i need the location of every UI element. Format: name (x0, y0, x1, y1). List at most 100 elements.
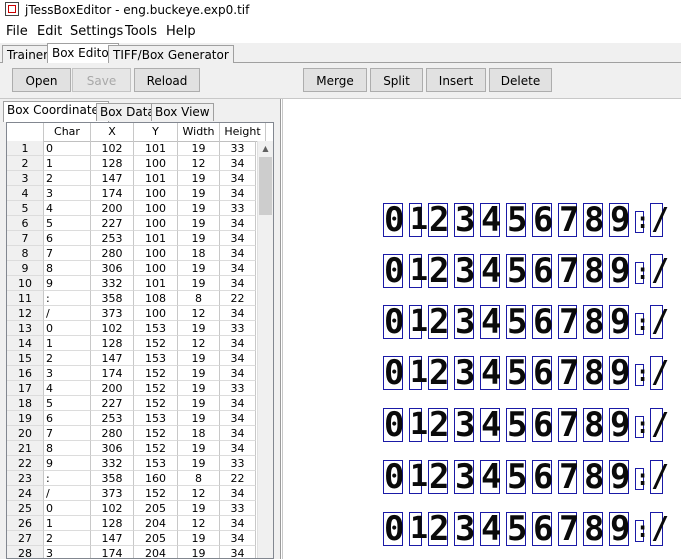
table-row[interactable]: 3 2 147 101 19 34 (7, 171, 256, 186)
char-box[interactable]: 5 (506, 254, 527, 288)
char-box[interactable]: 6 (532, 512, 553, 546)
char-box[interactable]: 1 (409, 460, 428, 494)
char-box[interactable]: 9 (609, 460, 630, 494)
row-number[interactable]: 7 (7, 231, 44, 246)
char-cell[interactable]: 2 (44, 351, 91, 366)
char-box[interactable]: 6 (532, 460, 553, 494)
y-cell[interactable]: 101 (134, 231, 178, 246)
row-number[interactable]: 13 (7, 321, 44, 336)
table-row[interactable]: 8 7 280 100 18 34 (7, 246, 256, 261)
table-row[interactable]: 27 2 147 205 19 34 (7, 531, 256, 546)
y-cell[interactable]: 204 (134, 546, 178, 558)
table-row[interactable]: 23:358 160 8 22 (7, 471, 256, 486)
x-cell[interactable]: 253 (91, 411, 134, 426)
table-row[interactable]: 28 3 174 204 19 34 (7, 546, 256, 558)
height-cell[interactable]: 22 (220, 471, 256, 486)
char-cell[interactable]: 0 (44, 141, 91, 156)
y-cell[interactable]: 152 (134, 396, 178, 411)
char-cell[interactable]: 8 (44, 441, 91, 456)
char-cell[interactable]: 3 (44, 366, 91, 381)
width-cell[interactable]: 19 (178, 351, 220, 366)
row-number[interactable]: 12 (7, 306, 44, 321)
char-box[interactable]: 8 (583, 305, 604, 339)
char-box[interactable]: 0 (383, 512, 404, 546)
width-cell[interactable]: 19 (178, 216, 220, 231)
row-number[interactable]: 15 (7, 351, 44, 366)
char-box[interactable]: 4 (480, 305, 501, 339)
x-cell[interactable]: 280 (91, 426, 134, 441)
char-box[interactable]: 7 (558, 305, 579, 339)
width-cell[interactable]: 18 (178, 426, 220, 441)
row-number[interactable]: 5 (7, 201, 44, 216)
char-box[interactable]: / (650, 305, 669, 339)
menu-file[interactable]: File (6, 24, 28, 39)
char-box[interactable]: 0 (383, 408, 404, 442)
y-cell[interactable]: 101 (134, 141, 178, 156)
row-number[interactable]: 14 (7, 336, 44, 351)
y-cell[interactable]: 153 (134, 411, 178, 426)
y-cell[interactable]: 108 (134, 291, 178, 306)
width-cell[interactable]: 12 (178, 156, 220, 171)
insert-button[interactable]: Insert (426, 68, 486, 92)
x-cell[interactable]: 373 (91, 486, 134, 501)
char-box[interactable]: : (635, 468, 649, 490)
char-box[interactable]: : (635, 262, 649, 284)
char-box[interactable]: 6 (532, 203, 553, 237)
char-box[interactable]: 2 (428, 305, 449, 339)
table-row[interactable]: 18 5 227 152 19 34 (7, 396, 256, 411)
table-row[interactable]: 25 0 102 205 19 33 (7, 501, 256, 516)
char-box[interactable]: 8 (583, 203, 604, 237)
height-cell[interactable]: 33 (220, 201, 256, 216)
char-cell[interactable]: 3 (44, 186, 91, 201)
width-cell[interactable]: 12 (178, 486, 220, 501)
x-cell[interactable]: 102 (91, 141, 134, 156)
table-row[interactable]: 6 5 227 100 19 34 (7, 216, 256, 231)
char-box[interactable]: 2 (428, 408, 449, 442)
table-row[interactable]: 26 1 128 204 12 34 (7, 516, 256, 531)
char-box[interactable]: / (650, 254, 669, 288)
row-number[interactable]: 22 (7, 456, 44, 471)
char-box[interactable]: 8 (583, 356, 604, 390)
char-cell[interactable]: 0 (44, 501, 91, 516)
table-scrollbar[interactable]: ▲ (257, 141, 273, 558)
char-box[interactable]: 0 (383, 254, 404, 288)
x-cell[interactable]: 200 (91, 381, 134, 396)
row-number[interactable]: 26 (7, 516, 44, 531)
char-cell[interactable]: 0 (44, 321, 91, 336)
y-cell[interactable]: 152 (134, 426, 178, 441)
delete-button[interactable]: Delete (489, 68, 552, 92)
height-cell[interactable]: 34 (220, 231, 256, 246)
table-row[interactable]: 17 4 200 152 19 33 (7, 381, 256, 396)
x-cell[interactable]: 102 (91, 321, 134, 336)
row-number[interactable]: 16 (7, 366, 44, 381)
height-cell[interactable]: 34 (220, 426, 256, 441)
char-cell[interactable]: : (44, 291, 91, 306)
height-cell[interactable]: 34 (220, 546, 256, 558)
height-cell[interactable]: 34 (220, 261, 256, 276)
tab-box-data[interactable]: Box Data (96, 103, 159, 121)
width-cell[interactable]: 19 (178, 501, 220, 516)
char-box[interactable]: 8 (583, 512, 604, 546)
char-box[interactable]: / (650, 356, 669, 390)
width-cell[interactable]: 19 (178, 546, 220, 558)
height-cell[interactable]: 34 (220, 531, 256, 546)
width-cell[interactable]: 19 (178, 231, 220, 246)
height-cell[interactable]: 33 (220, 381, 256, 396)
char-box[interactable]: 8 (583, 254, 604, 288)
height-cell[interactable]: 34 (220, 336, 256, 351)
y-cell[interactable]: 152 (134, 441, 178, 456)
height-cell[interactable]: 34 (220, 441, 256, 456)
row-number[interactable]: 3 (7, 171, 44, 186)
y-cell[interactable]: 100 (134, 156, 178, 171)
x-cell[interactable]: 174 (91, 186, 134, 201)
char-box[interactable]: 1 (409, 254, 428, 288)
row-number[interactable]: 11 (7, 291, 44, 306)
x-cell[interactable]: 306 (91, 261, 134, 276)
char-box[interactable]: 4 (480, 203, 501, 237)
char-cell[interactable]: 5 (44, 396, 91, 411)
x-cell[interactable]: 332 (91, 276, 134, 291)
char-box[interactable]: 3 (454, 356, 475, 390)
char-cell[interactable]: 9 (44, 456, 91, 471)
char-cell[interactable]: 1 (44, 156, 91, 171)
table-row[interactable]: 1 0 102 101 19 33 (7, 141, 256, 156)
